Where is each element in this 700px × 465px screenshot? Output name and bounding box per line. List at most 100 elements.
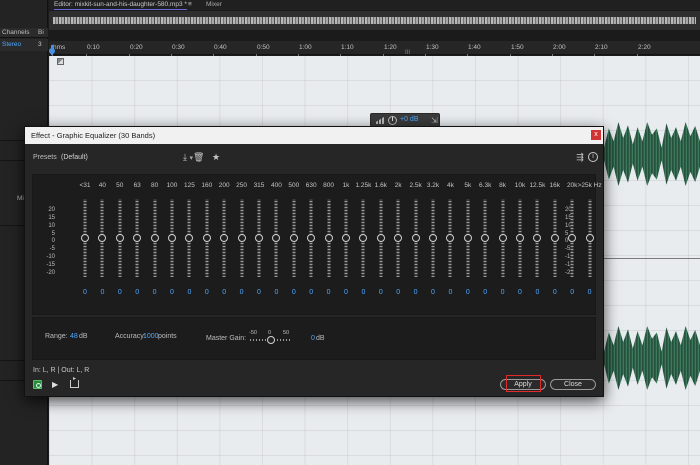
band-frequency-label: 63 — [133, 182, 141, 189]
band-gain-value[interactable]: 0 — [327, 289, 331, 296]
waveform-right-channel — [604, 326, 700, 390]
master-gain-value[interactable]: 0 — [311, 335, 315, 342]
volume-value[interactable]: +0 dB — [400, 116, 419, 123]
power-icon[interactable] — [33, 380, 42, 389]
pin-icon[interactable]: ⇲ — [431, 116, 438, 125]
ruler-tick: 0:40 — [213, 44, 227, 57]
band-gain-value[interactable]: 0 — [240, 289, 244, 296]
band-slider-knob[interactable] — [237, 234, 246, 242]
band-frequency-label: 400 — [270, 182, 282, 189]
editor-tab[interactable]: Editor: mixkit-sun-and-his-daughter-580.… — [54, 1, 187, 10]
band-gain-value[interactable]: 0 — [361, 289, 365, 296]
band-gain-value[interactable]: 0 — [205, 289, 209, 296]
track-settings-icon[interactable] — [57, 58, 64, 65]
band-slider-knob[interactable] — [394, 234, 403, 242]
band-slider-knob[interactable] — [359, 234, 368, 242]
band-slider-knob[interactable] — [307, 234, 316, 242]
band-gain-value[interactable]: 0 — [570, 289, 574, 296]
band-slider-knob[interactable] — [516, 234, 524, 242]
band-gain-value[interactable]: 0 — [187, 289, 191, 296]
band-gain-value[interactable]: 0 — [535, 289, 539, 296]
band-gain-value[interactable]: 0 — [483, 289, 487, 296]
band-slider-knob[interactable] — [81, 234, 89, 242]
band-gain-value[interactable]: 0 — [309, 289, 313, 296]
band-slider-knob[interactable] — [272, 234, 281, 242]
volume-knob-icon[interactable] — [388, 116, 397, 125]
playhead-handle[interactable] — [49, 48, 55, 54]
band-slider-knob[interactable] — [133, 234, 142, 242]
master-gain-knob[interactable] — [267, 336, 275, 344]
band-slider-knob[interactable] — [585, 234, 594, 242]
master-gain-label: Master Gain: — [206, 335, 247, 342]
eq-settings-panel: Range: 48 dB Accuracy: 1000 points Maste… — [32, 317, 596, 360]
band-slider-knob[interactable] — [220, 234, 229, 242]
band-gain-value[interactable]: 0 — [431, 289, 435, 296]
band-gain-value[interactable]: 0 — [222, 289, 226, 296]
band-slider-knob[interactable] — [98, 234, 107, 242]
band-slider-knob[interactable] — [498, 234, 507, 242]
mixer-tab[interactable]: Mixer — [206, 1, 222, 8]
band-frequency-label: 315 — [253, 182, 265, 189]
band-gain-value[interactable]: 0 — [170, 289, 174, 296]
band-gain-value[interactable]: 0 — [118, 289, 122, 296]
band-slider-knob[interactable] — [568, 234, 577, 242]
band-slider-knob[interactable] — [533, 234, 542, 242]
timeline-ruler[interactable]: hms 0:10 0:20 0:30 0:40 0:50 1:00 1:10 1… — [49, 41, 700, 57]
band-gain-value[interactable]: 0 — [257, 289, 261, 296]
band-slider-knob[interactable] — [481, 234, 490, 242]
save-preset-icon[interactable]: ⤓ — [180, 152, 190, 162]
band-gain-value[interactable]: 0 — [553, 289, 557, 296]
band-slider-knob[interactable] — [289, 234, 298, 242]
presets-dropdown[interactable]: (Default) ▾ — [57, 152, 196, 163]
channel-routing-icon[interactable]: ⇶ — [575, 152, 585, 162]
band-gain-value[interactable]: 0 — [292, 289, 296, 296]
band-gain-value[interactable]: 0 — [274, 289, 278, 296]
bit-column-header[interactable]: Bi — [38, 29, 44, 36]
band-slider-knob[interactable] — [463, 234, 472, 242]
file-row[interactable]: Stereo 3 — [0, 39, 48, 51]
band-gain-value[interactable]: 0 — [466, 289, 470, 296]
ruler-tick: 1:10 — [340, 44, 354, 57]
band-slider-knob[interactable] — [342, 234, 350, 242]
range-value[interactable]: 48 — [70, 333, 78, 340]
band-slider-knob[interactable] — [376, 234, 385, 242]
band-gain-value[interactable]: 0 — [396, 289, 400, 296]
accuracy-value[interactable]: 1000 — [143, 333, 159, 340]
band-slider-knob[interactable] — [255, 234, 263, 242]
band-gain-value[interactable]: 0 — [83, 289, 87, 296]
panel-menu-icon[interactable]: ≡ — [188, 1, 192, 8]
waveform-overview[interactable] — [49, 11, 700, 30]
dialog-titlebar[interactable]: Effect - Graphic Equalizer (30 Bands) x — [25, 127, 603, 144]
band-gain-value[interactable]: 0 — [588, 289, 592, 296]
band-slider-knob[interactable] — [550, 234, 559, 242]
band-gain-value[interactable]: 0 — [518, 289, 522, 296]
band-slider-knob[interactable] — [411, 234, 420, 242]
band-gain-value[interactable]: 0 — [344, 289, 348, 296]
band-gain-value[interactable]: 0 — [153, 289, 157, 296]
band-gain-value[interactable]: 0 — [448, 289, 452, 296]
band-slider-knob[interactable] — [324, 234, 333, 242]
band-gain-value[interactable]: 0 — [135, 289, 139, 296]
band-slider-knob[interactable] — [429, 234, 437, 242]
band-frequency-label: 800 — [323, 182, 335, 189]
channel-divider — [604, 258, 700, 259]
band-slider-knob[interactable] — [115, 234, 124, 242]
trash-icon[interactable]: 🗑 — [193, 152, 204, 162]
band-slider-knob[interactable] — [168, 234, 176, 242]
band-gain-value[interactable]: 0 — [100, 289, 104, 296]
band-gain-value[interactable]: 0 — [379, 289, 383, 296]
play-icon[interactable]: ▶ — [52, 380, 58, 389]
close-button[interactable]: Close — [550, 379, 596, 390]
channels-column-header[interactable]: Channels — [2, 29, 29, 36]
band-gain-value[interactable]: 0 — [501, 289, 505, 296]
band-frequency-label: 200 — [218, 182, 230, 189]
star-icon[interactable]: ★ — [211, 152, 221, 162]
band-gain-value[interactable]: 0 — [414, 289, 418, 296]
info-icon[interactable]: i — [588, 152, 598, 162]
close-icon[interactable]: x — [591, 130, 601, 140]
band-slider-knob[interactable] — [202, 234, 211, 242]
band-slider-knob[interactable] — [185, 234, 194, 242]
band-slider-knob[interactable] — [446, 234, 455, 242]
band-slider-knob[interactable] — [150, 234, 159, 242]
loop-icon[interactable] — [70, 375, 79, 388]
